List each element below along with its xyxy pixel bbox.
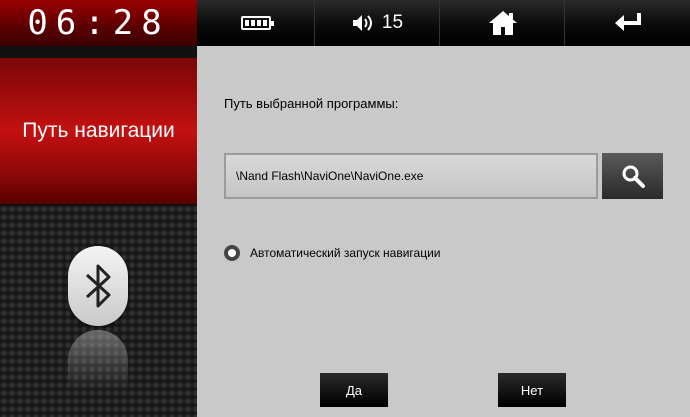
- yes-button-label: Да: [345, 382, 363, 398]
- carbon-panel: [0, 206, 197, 417]
- volume-button[interactable]: 15: [314, 0, 440, 46]
- yes-button[interactable]: Да: [320, 373, 388, 407]
- sidebar-item-navigation-path[interactable]: Путь навигации: [0, 58, 197, 204]
- clock-panel: 06:28: [0, 0, 197, 46]
- search-icon: [622, 165, 645, 188]
- back-button[interactable]: [564, 0, 690, 46]
- status-bar: 06:28 15: [0, 0, 690, 46]
- bluetooth-reflection: [68, 330, 128, 390]
- main-panel: Путь выбранной программы: \Nand Flash\Na…: [197, 46, 690, 417]
- clock: 06:28: [27, 3, 170, 43]
- auto-start-label: Автоматический запуск навигации: [250, 246, 441, 260]
- speaker-icon: [352, 15, 372, 31]
- bluetooth-icon: [85, 264, 111, 308]
- path-value: \Nand Flash\NaviOne\NaviOne.exe: [236, 169, 424, 183]
- battery-indicator: [197, 0, 314, 46]
- bluetooth-button[interactable]: [68, 246, 128, 326]
- auto-start-radio[interactable]: [224, 245, 240, 261]
- sidebar: Путь навигации: [0, 46, 197, 417]
- search-button[interactable]: [602, 153, 663, 199]
- home-button[interactable]: [439, 0, 565, 46]
- return-arrow-icon: [615, 13, 641, 31]
- no-button[interactable]: Нет: [498, 373, 566, 407]
- home-icon: [488, 11, 517, 35]
- auto-start-option[interactable]: Автоматический запуск навигации: [224, 245, 441, 261]
- no-button-label: Нет: [520, 382, 544, 398]
- path-label: Путь выбранной программы:: [224, 96, 399, 111]
- battery-icon: [240, 16, 274, 30]
- path-field[interactable]: \Nand Flash\NaviOne\NaviOne.exe: [224, 153, 598, 199]
- volume-level: 15: [381, 12, 404, 33]
- sidebar-item-label: Путь навигации: [22, 119, 175, 142]
